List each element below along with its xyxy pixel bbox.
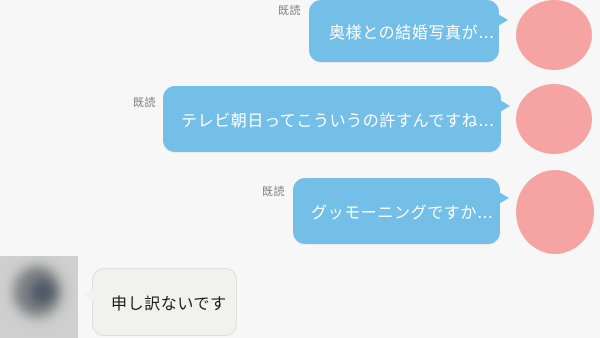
outgoing-message-bubble[interactable]: グッモーニングですか… (293, 178, 509, 244)
blurred-detail (30, 280, 54, 304)
outgoing-message-bubble[interactable]: テレビ朝日ってこういうの許すんですね… (163, 86, 510, 152)
message-text: 奥様との結婚写真が… (329, 23, 495, 42)
read-receipt: 既読 (133, 96, 156, 109)
message-text: テレビ朝日ってこういうの許すんですね… (181, 111, 495, 130)
redacted-avatar (516, 0, 592, 70)
outgoing-message-bubble[interactable]: 奥様との結婚写真が… (309, 0, 508, 62)
redacted-avatar (516, 170, 594, 254)
sender-avatar[interactable] (0, 256, 78, 338)
message-text: グッモーニングですか… (311, 203, 494, 222)
chat-thread: 既読 奥様との結婚写真が… 既読 テレビ朝日ってこういうの許すんですね… 既読 … (0, 0, 600, 338)
redacted-avatar (516, 84, 592, 154)
read-receipt: 既読 (278, 4, 301, 17)
message-text: 申し訳ないです (111, 294, 227, 313)
read-receipt: 既読 (262, 185, 285, 198)
incoming-message-bubble[interactable]: 申し訳ないです (83, 268, 237, 336)
